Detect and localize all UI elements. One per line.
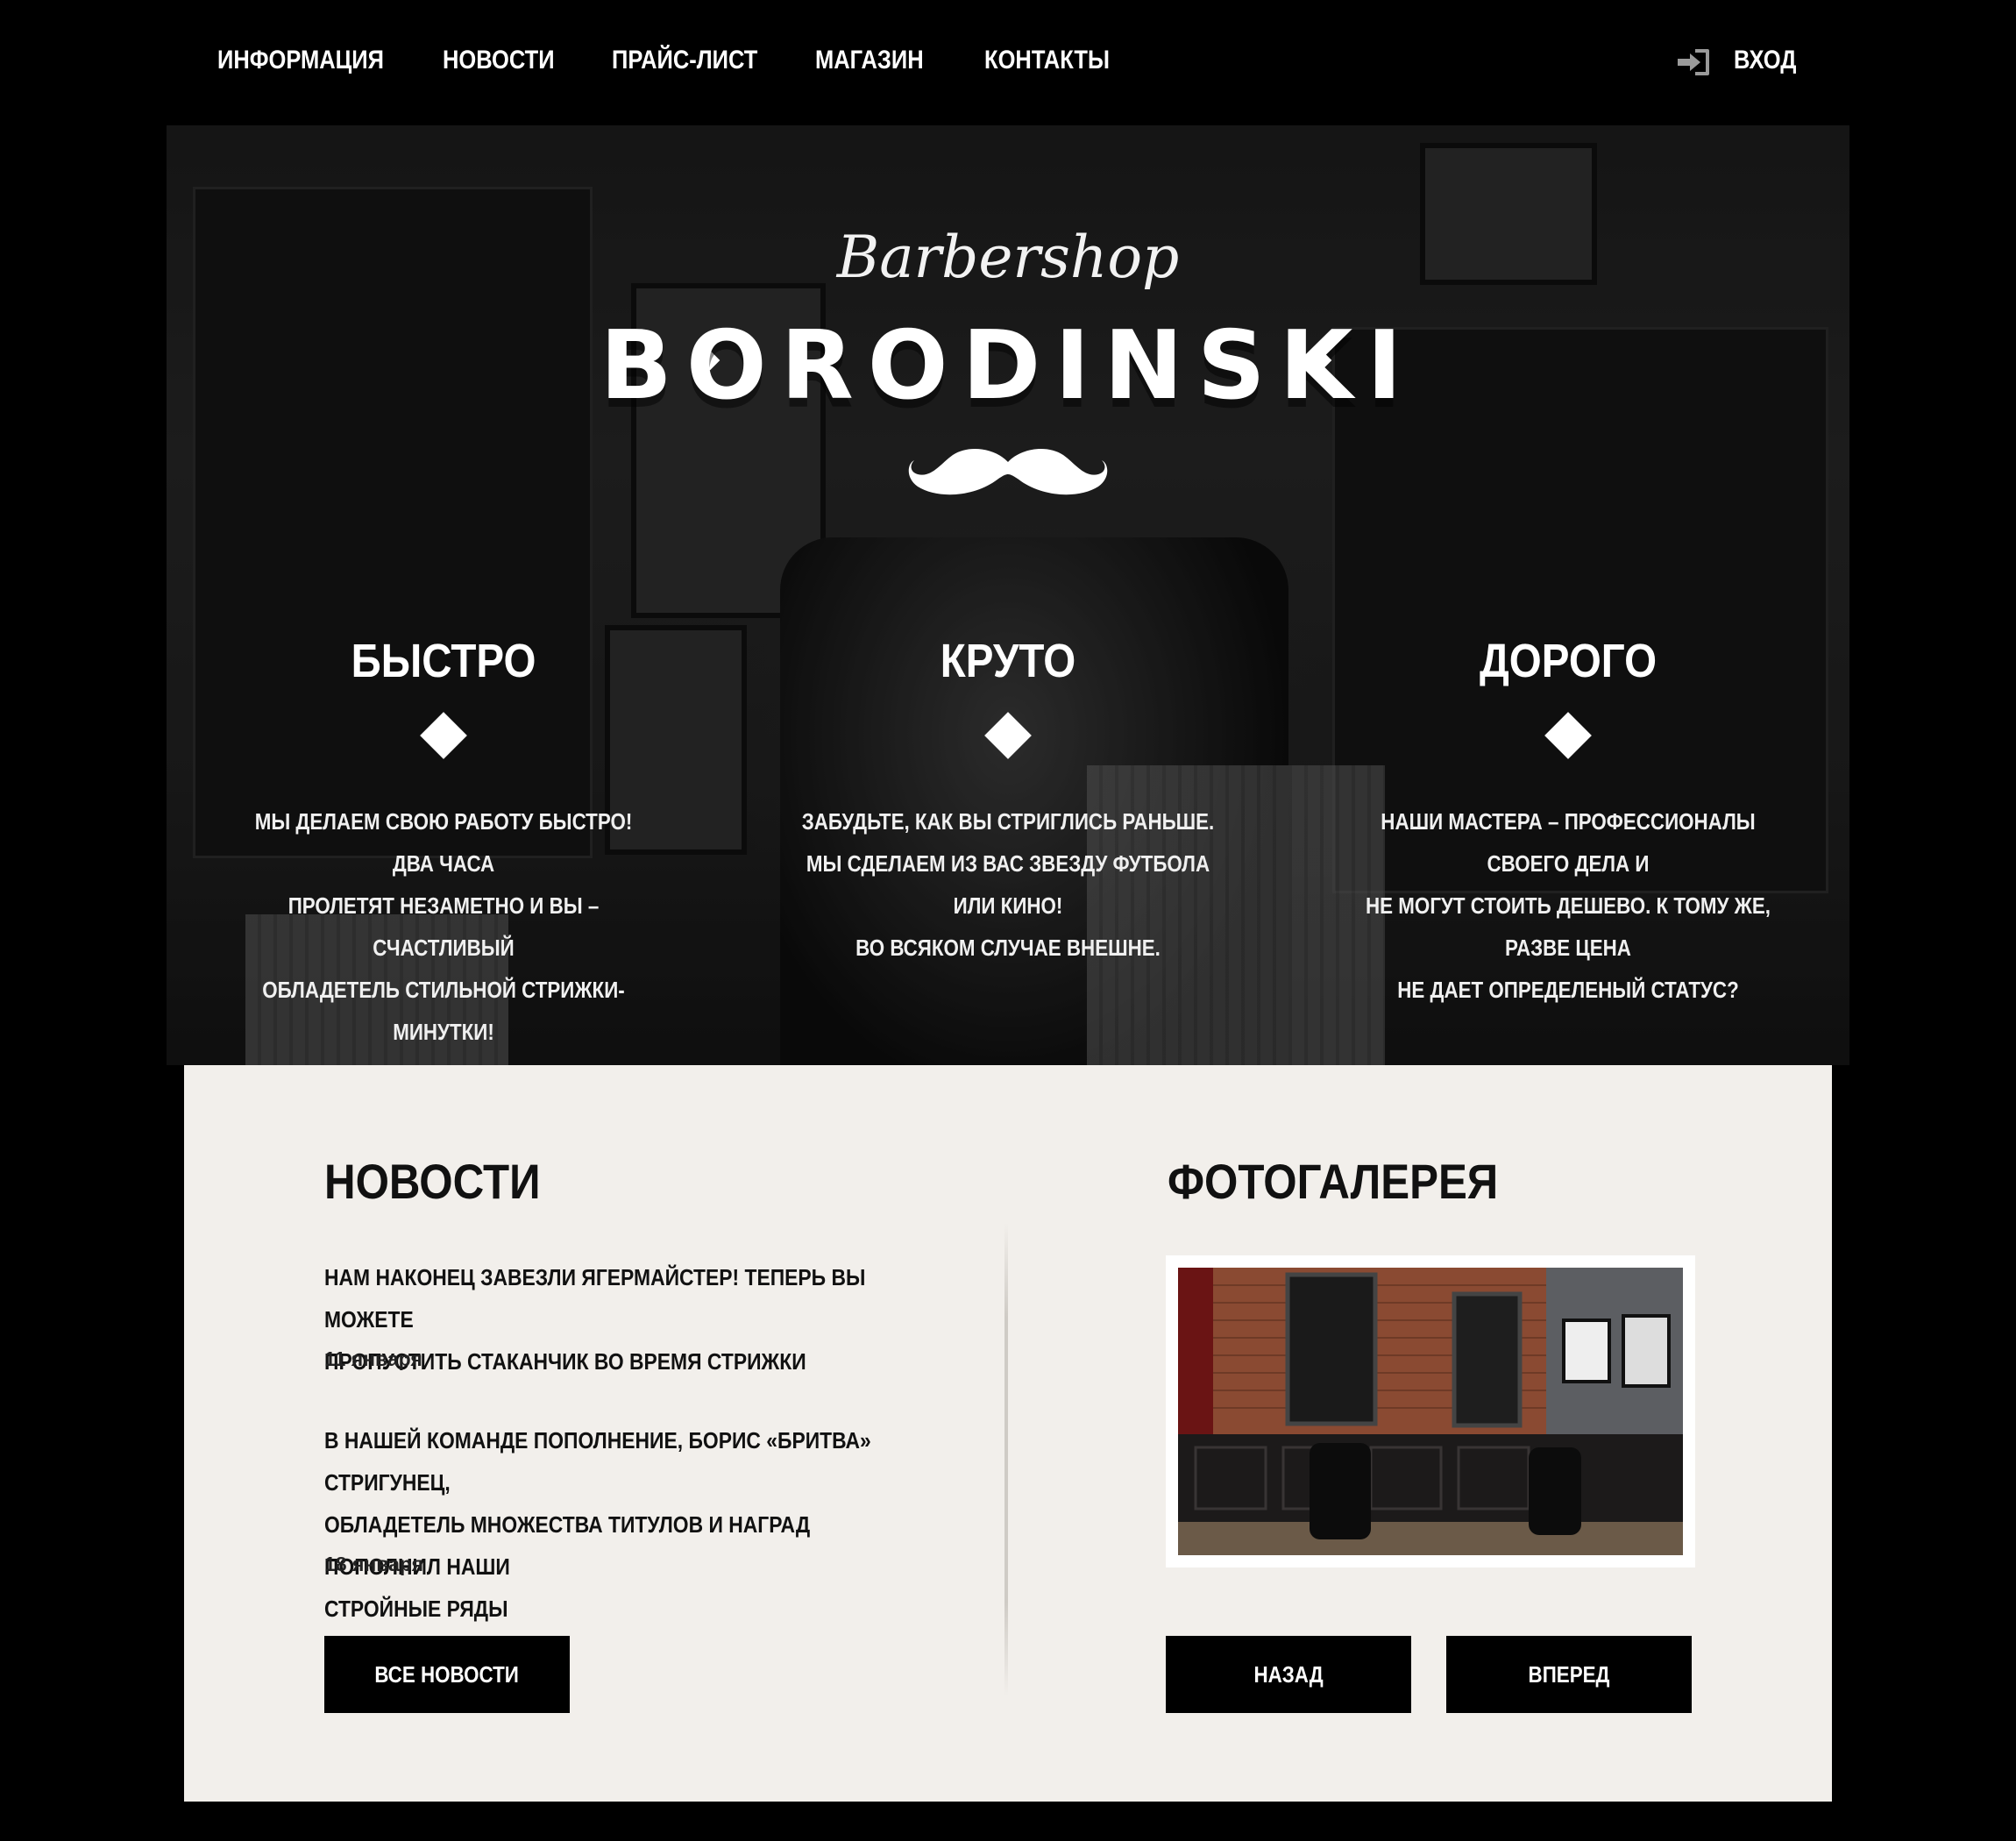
news-section-title: НОВОСТИ [324,1154,541,1209]
nav-item-contacts[interactable]: КОНТАКТЫ [984,46,1110,75]
mustache-icon [908,449,1108,495]
nav-item-news[interactable]: НОВОСТИ [443,46,555,75]
feature-text-expensive: НАШИ МАСТЕРА – ПРОФЕССИОНАЛЫ СВОЕГО ДЕЛА… [1366,808,1771,1003]
logo-brand-text: BORODINSKI [600,311,1416,421]
all-news-button[interactable]: ВСЕ НОВОСТИ [324,1636,570,1713]
gallery-section-title: ФОТОГАЛЕРЕЯ [1168,1154,1499,1209]
nav-item-price-list[interactable]: ПРАЙС-ЛИСТ [612,46,757,75]
top-navigation: ИНФОРМАЦИЯ НОВОСТИ ПРАЙС-ЛИСТ МАГАЗИН КО… [0,0,2016,125]
gallery-photo-frame[interactable] [1166,1255,1695,1567]
sign-in-icon [1678,49,1709,75]
feature-text-fast: МЫ ДЕЛАЕМ СВОЮ РАБОТУ БЫСТРО! ДВА ЧАСА П… [254,808,633,1045]
content-panel: НОВОСТИ НАМ НАКОНЕЦ ЗАВЕЗЛИ ЯГЕРМАЙСТЕР!… [184,1065,1832,1802]
gallery-photo[interactable] [1178,1268,1683,1555]
feature-title-expensive: ДОРОГО [1479,635,1658,687]
logo-script-text: Barbershop [836,224,1180,291]
gallery-next-button[interactable]: ВПЕРЕД [1446,1636,1692,1713]
feature-title-fast: БЫСТРО [351,635,536,687]
news-item-date: 11 января [324,1347,422,1370]
barbershop-interior-image [1178,1268,1683,1555]
news-item-title[interactable]: В НАШЕЙ КОМАНДЕ ПОПОЛНЕНИЕ, БОРИС «БРИТВ… [324,1419,911,1630]
nav-item-shop[interactable]: МАГАЗИН [815,46,924,75]
feature-title-cool: КРУТО [940,635,1076,687]
gallery-prev-button[interactable]: НАЗАД [1166,1636,1411,1713]
feature-text-cool: ЗАБУДЬТЕ, КАК ВЫ СТРИГЛИСЬ РАНЬШЕ. МЫ СД… [801,808,1215,961]
column-divider [1004,1223,1008,1696]
login-label: ВХОД [1734,46,1797,75]
news-item-date: 18 января [324,1553,424,1575]
hero-banner: Barbershop BORODINSKI БЫСТРО МЫ ДЕЛАЕМ С… [167,125,1849,1065]
nav-item-info[interactable]: ИНФОРМАЦИЯ [217,46,384,75]
